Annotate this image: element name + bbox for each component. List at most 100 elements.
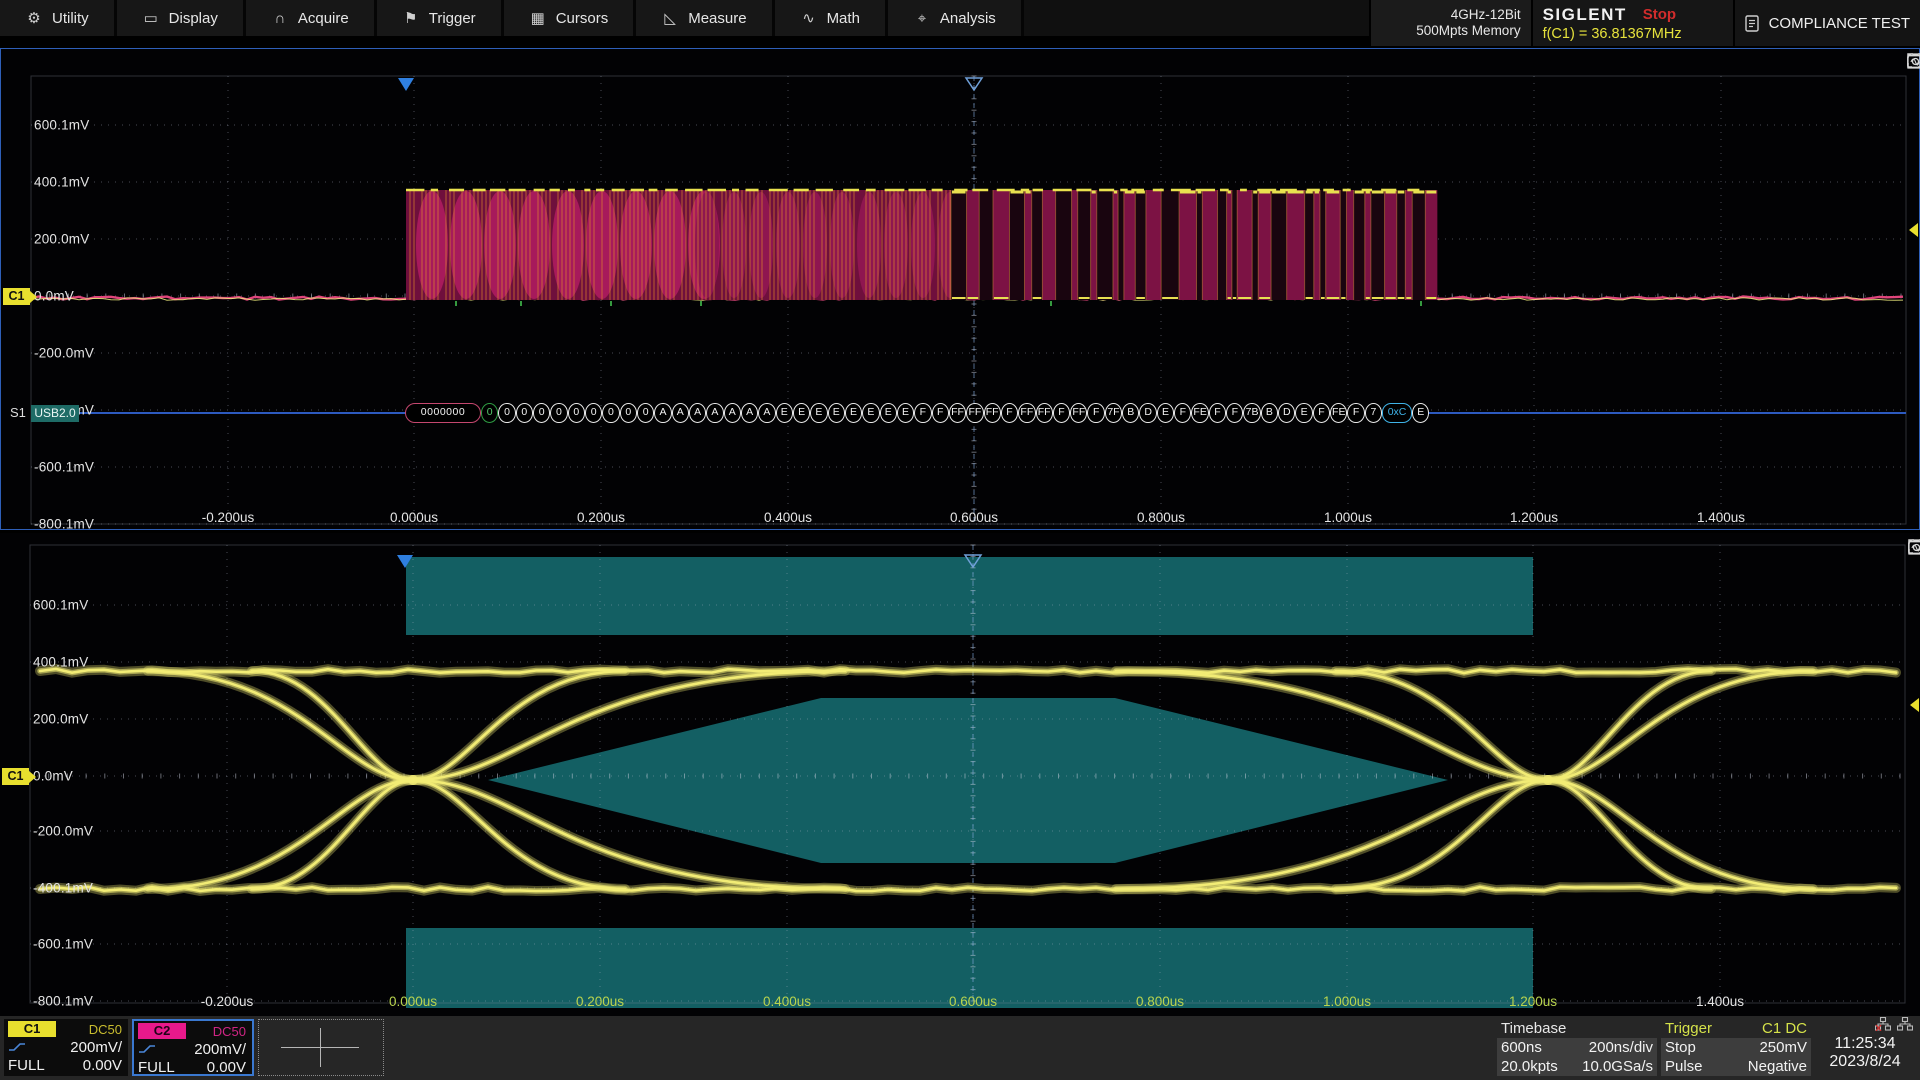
decode-value: 0: [533, 403, 550, 423]
timebase-box[interactable]: Timebase 600ns 200ns/div 20.0kpts 10.0GS…: [1497, 1019, 1657, 1076]
decode-value: F: [1226, 403, 1243, 423]
menu-item-math[interactable]: ∿Math: [775, 0, 888, 36]
decode-value: 0: [620, 403, 637, 423]
decode-value: FF: [1036, 403, 1053, 423]
acquire-icon: ∩: [271, 10, 289, 27]
trigger-title: Trigger: [1665, 1020, 1712, 1037]
decode-value: 0: [585, 403, 602, 423]
channel1-offset-marker-eye[interactable]: C1: [2, 768, 29, 785]
top-grid[interactable]: 600.1mV400.1mV200.0mV0.0mV-200.0mV-400.1…: [0, 48, 1920, 530]
clipboard-icon: [1745, 15, 1759, 32]
trigger-level-arrow-eye[interactable]: [1910, 698, 1919, 712]
clock-date: 2023/8/24: [1815, 1053, 1915, 1071]
menu-item-cursors[interactable]: ▦Cursors: [504, 0, 637, 36]
waveform-snapshot-icon[interactable]: [1908, 539, 1920, 555]
channel2-bandwidth: FULL: [138, 1059, 175, 1076]
time-label: 0.600us: [950, 510, 998, 525]
decode-value: F: [1313, 403, 1330, 423]
frequency-counter: f(C1) = 36.81367MHz: [1543, 26, 1723, 42]
decode-value: 7B: [1243, 403, 1260, 423]
menu-item-measure[interactable]: ◺Measure: [636, 0, 774, 36]
decode-value: 0: [481, 403, 498, 423]
decode-value: F: [932, 403, 949, 423]
channel2-scale: 200mV/: [194, 1041, 246, 1058]
eye-diagram-plot: [0, 533, 1920, 1016]
menu-item-utility[interactable]: ⚙ Utility: [0, 0, 117, 36]
menu-item-label: Utility: [52, 10, 89, 27]
trigger-level: 250mV: [1759, 1039, 1807, 1056]
add-channel-box[interactable]: [258, 1019, 384, 1076]
memory-label: 500Mpts Memory: [1416, 23, 1520, 39]
lan-icon[interactable]: [1897, 1017, 1913, 1031]
menu-item-display[interactable]: ▭Display: [117, 0, 246, 36]
waveform-snapshot-icon[interactable]: [1907, 53, 1920, 69]
header-right-cluster: 4GHz-12Bit 500Mpts Memory SIGLENT Stop f…: [1369, 0, 1920, 46]
time-label: 0.400us: [764, 510, 812, 525]
decode-value: 0: [637, 403, 654, 423]
decode-value: F: [1174, 403, 1191, 423]
channel2-box[interactable]: C2 DC50 200mV/ FULL 0.00V: [132, 1019, 254, 1076]
menu-item-label: Math: [827, 10, 860, 27]
menu-item-label: Analysis: [940, 10, 996, 27]
timebase-scale: 200ns/div: [1589, 1039, 1653, 1056]
decode-value: F: [1001, 403, 1018, 423]
timebase-samplerate: 10.0GSa/s: [1582, 1058, 1653, 1075]
decode-value: E: [897, 403, 914, 423]
decode-value: D: [1278, 403, 1295, 423]
channel1-box[interactable]: C1 DC50 200mV/ FULL 0.00V: [4, 1019, 128, 1076]
voltage-label: 200.0mV: [34, 232, 89, 247]
trigger-status: Stop: [1665, 1039, 1696, 1056]
status-bar: C1 DC50 200mV/ FULL 0.00V C2 DC50: [0, 1016, 1920, 1080]
decode-value: 0xC: [1382, 403, 1412, 423]
decode-value: FE: [1191, 403, 1208, 423]
time-label: 0.000us: [390, 510, 438, 525]
analysis-icon: ⌖: [913, 10, 931, 27]
decode-value: E: [845, 403, 862, 423]
rising-slope-icon: [8, 1042, 26, 1052]
decode-value: A: [706, 403, 723, 423]
channel1-bandwidth: FULL: [8, 1057, 45, 1074]
menu-bar: ⚙ Utility ▭Display∩Acquire⚑Trigger▦Cursors…: [0, 0, 1920, 46]
bus-s1-label: S1: [10, 405, 26, 420]
decode-value: A: [689, 403, 706, 423]
decode-value: F: [914, 403, 931, 423]
usb2-decode-chip[interactable]: USB2.0: [31, 405, 79, 422]
bottom-grid[interactable]: 600.1mV400.1mV200.0mV0.0mV-200.0mV-400.1…: [0, 533, 1920, 1016]
decode-value: 0: [550, 403, 567, 423]
decode-value: E: [810, 403, 827, 423]
decode-value: 0: [602, 403, 619, 423]
decode-value: E: [880, 403, 897, 423]
trigger-level-arrow[interactable]: [1909, 223, 1918, 237]
time-label: 1.000us: [1323, 994, 1371, 1009]
lan-disconnected-icon[interactable]: [1875, 1017, 1891, 1031]
voltage-label: 600.1mV: [33, 598, 88, 613]
decode-value: F: [1053, 403, 1070, 423]
acquisition-status[interactable]: Stop: [1643, 6, 1676, 23]
decode-value: FF: [966, 403, 983, 423]
oscilloscope-screen: ⚙ Utility ▭Display∩Acquire⚑Trigger▦Cursors…: [0, 0, 1920, 1080]
trigger-box[interactable]: Trigger C1 DC Stop 250mV Pulse Negative: [1661, 1019, 1811, 1076]
channel1-tag: C1: [8, 1021, 56, 1037]
clock-box: 11:25:34 2023/8/24: [1815, 1017, 1915, 1074]
channel1-offset-marker[interactable]: C1: [3, 288, 30, 305]
gear-icon: ⚙: [25, 9, 43, 27]
decode-value: E: [1412, 403, 1429, 423]
signal-plot: [1, 49, 1919, 529]
menu-item-trigger[interactable]: ⚑Trigger: [377, 0, 504, 36]
time-label: 0.400us: [763, 994, 811, 1009]
voltage-label: -200.0mV: [34, 346, 94, 361]
rising-slope-icon: [138, 1044, 156, 1054]
compliance-test-button[interactable]: COMPLIANCE TEST: [1733, 0, 1920, 46]
channel2-offset: 0.00V: [207, 1059, 246, 1076]
menu-item-analysis[interactable]: ⌖ Analysis: [888, 0, 1024, 36]
decode-value: F: [1087, 403, 1104, 423]
channel2-coupling: DC50: [213, 1024, 246, 1039]
decode-value: FF: [984, 403, 1001, 423]
clock-time: 11:25:34: [1815, 1035, 1915, 1053]
voltage-label: -400.1mV: [33, 881, 93, 896]
decode-value: E: [862, 403, 879, 423]
plus-icon: [320, 1028, 321, 1067]
voltage-label: -200.0mV: [33, 824, 93, 839]
menu-item-acquire[interactable]: ∩Acquire: [246, 0, 377, 36]
decode-value: D: [1139, 403, 1156, 423]
